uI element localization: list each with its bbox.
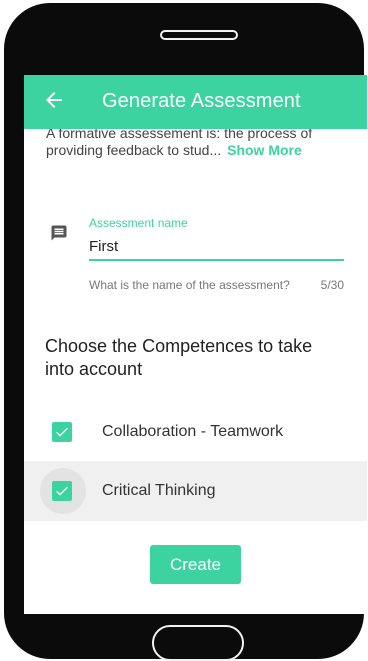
competence-checkbox-collaboration[interactable]	[52, 422, 72, 442]
character-counter: 5/30	[320, 278, 344, 292]
intro-text: A formative assessement is: the process …	[46, 125, 356, 159]
intro-line-2-text: providing feedback to stud...	[46, 142, 222, 158]
competence-row-critical-thinking[interactable]: Critical Thinking	[24, 461, 367, 521]
page-title: Generate Assessment	[102, 90, 301, 112]
assessment-name-label: Assessment name	[89, 216, 188, 230]
competence-checkbox-critical-thinking[interactable]	[52, 481, 72, 501]
assessment-name-helper: What is the name of the assessment?	[89, 278, 290, 292]
check-icon	[56, 427, 68, 437]
show-more-link[interactable]: Show More	[227, 142, 302, 158]
competence-row-collaboration[interactable]: Collaboration - Teamwork	[24, 402, 367, 462]
assessment-name-input[interactable]	[89, 233, 344, 261]
competence-label-collaboration: Collaboration - Teamwork	[102, 423, 284, 440]
app-screen: Generate Assessment A formative assessem…	[24, 75, 367, 614]
app-bar: Generate Assessment	[24, 75, 367, 129]
intro-line-2: providing feedback to stud... Show More	[46, 142, 356, 159]
create-button[interactable]: Create	[150, 545, 241, 584]
speaker-slot	[160, 30, 238, 40]
message-icon	[51, 225, 67, 241]
competence-label-critical-thinking: Critical Thinking	[102, 482, 216, 499]
check-icon	[56, 486, 68, 496]
competences-heading: Choose the Competences to take into acco…	[45, 336, 313, 379]
arrow-left-icon[interactable]	[42, 88, 66, 112]
home-button[interactable]	[152, 625, 244, 661]
